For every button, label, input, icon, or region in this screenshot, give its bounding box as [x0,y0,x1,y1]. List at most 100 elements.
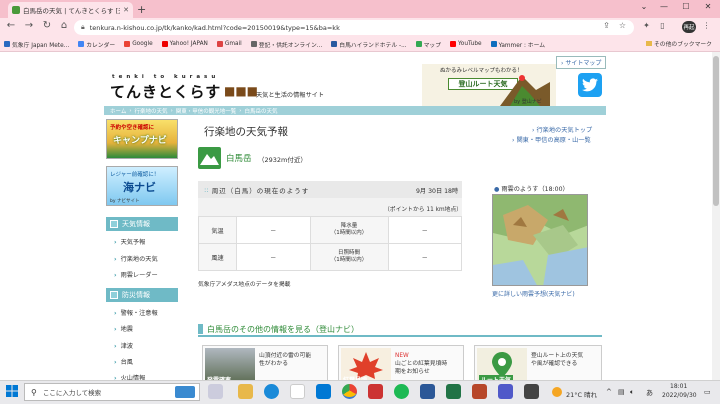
section-dots-icon: :: [204,185,209,194]
ime-indicator[interactable]: あ [646,388,653,398]
volume-icon[interactable]: 🔈︎ [630,388,634,397]
excel-icon[interactable] [446,384,461,399]
sidebar-item-warnings[interactable]: 警報・注意報 [114,308,158,317]
sitemap-link[interactable]: › サイトマップ [556,56,607,69]
lock-icon[interactable]: 🔒︎ [81,23,85,32]
mountain-list-link[interactable]: › 関東・甲信の高原・山一覧 [512,135,591,144]
obs-label: 気温 [198,216,237,244]
breadcrumb-item[interactable]: 関東・甲信の観光地一覧 [176,107,237,115]
obs-value: － [387,216,462,244]
tab-search-icon[interactable]: ⌄ [634,2,654,11]
tab-active[interactable]: 白馬岳の天気 | てんきとくらす [天気... ✕ [8,2,133,18]
radar-detail-link[interactable]: 更に詳しい雨雲予想(天気ナビ) [492,289,575,298]
route-weather-card[interactable]: ルート天気 登山ルート上の天気や風が確認できる [474,345,602,385]
taskbar-weather[interactable]: 21°C 晴れ [566,389,597,399]
umi-navi-banner[interactable]: レジャー前確認に！ 海ナビ by ナビサイト [106,166,178,206]
table-row: 気温 － 降水量 （1時間以内） － [198,216,462,244]
powerpoint-icon[interactable] [472,384,487,399]
site-favicon-icon [12,6,20,14]
taskbar-search-placeholder: ここに入力して検索 [42,389,102,397]
umi-banner-main: 海ナビ [123,181,156,194]
bookmark-item[interactable]: 白馬ハイランドホテル -... [331,40,407,49]
breadcrumb-item[interactable]: 行楽地の天気 [135,107,168,115]
minimize-button[interactable]: — [654,2,674,11]
bookmark-item[interactable]: Yahoo! JAPAN [161,41,208,47]
spotify-icon[interactable] [394,384,409,399]
bookmark-star-icon[interactable]: ☆ [616,21,629,30]
obs-label: 降水量 （1時間以内） [309,216,389,244]
profile-avatar[interactable]: 再起 [682,21,696,33]
bookmark-item[interactable]: Yammer : ホーム [490,40,545,49]
forward-icon[interactable]: → [22,20,36,31]
windows-start-icon[interactable] [6,385,18,397]
mail-icon[interactable] [316,384,331,399]
site-logo[interactable]: てんきとくらす [110,81,221,102]
breadcrumb-item[interactable]: ホーム [110,107,126,115]
sidebar-section-disaster: 防災情報 [106,288,178,302]
surroundings-date: 9月 30日 18時 [416,188,459,195]
reload-icon[interactable]: ↻ [40,20,54,31]
sidebar-item-leisure[interactable]: 行楽地の天気 [114,254,158,263]
thunder-card[interactable]: 発雷確率 山頂付近の雷の可能性がわかる [202,345,328,385]
yahoo-icon [161,41,168,47]
bookmark-item[interactable]: 登記・供託オンライン... [250,40,322,49]
google-icon [124,41,131,47]
sidebar-item-typhoon[interactable]: 台風 [114,357,133,366]
close-window-button[interactable]: ✕ [698,2,718,11]
back-icon[interactable]: ← [4,20,18,31]
table-row: 風速 － 日照時間 （1時間以内） － [198,243,462,271]
word-icon[interactable] [420,384,435,399]
tab-close-icon[interactable]: ✕ [123,6,129,14]
sidebar-item-earthquake[interactable]: 地震 [114,324,133,333]
file-explorer-icon[interactable] [238,384,253,399]
scrollbar-thumb[interactable] [713,56,719,206]
clock-time[interactable]: 18:01 [670,383,687,390]
umi-banner-top: レジャー前確認に！ [110,172,160,178]
autumn-leaves-card[interactable]: 紅葉見頃 NEW山ごとの紅葉見頃時期をお知らせ [338,345,464,385]
radar-map[interactable] [492,194,588,286]
address-bar[interactable]: 🔒︎ tenkura.n-kishou.co.jp/tk/kanko/kad.h… [74,20,634,35]
menu-kebab-icon[interactable]: ⋮ [700,21,713,30]
bookmark-item[interactable]: 気象庁 Japan Mete... [4,40,69,49]
new-tab-button[interactable]: + [137,3,146,16]
route-card-text: 登山ルート上の天気 や風が確認できる [531,353,584,367]
twitter-button[interactable] [578,73,602,97]
app-icon[interactable] [524,384,539,399]
sidebar-item-forecast[interactable]: 天気予報 [114,237,146,246]
home-icon[interactable]: ⌂ [57,20,71,31]
store-icon[interactable] [290,384,305,399]
bookmark-item[interactable]: Gmail [216,41,242,47]
bookmark-favicon-icon [4,41,10,47]
edge-icon[interactable] [264,384,279,399]
sidepanel-icon[interactable]: ▯ [656,21,669,30]
sidebar-item-tsunami[interactable]: 津波 [114,341,133,350]
mountain-glyph-icon [200,154,219,165]
other-bookmarks[interactable]: その他のブックマーク [646,39,712,48]
clock-date[interactable]: 2022/09/30 [662,392,697,399]
app-icon[interactable] [368,384,383,399]
leisure-top-link[interactable]: › 行楽地の天気トップ [532,125,592,134]
section-marker-icon [110,220,118,228]
search-highlight-icon [175,386,195,398]
camp-navi-banner[interactable]: 予約や空き確認に キャンプナビ [106,119,178,159]
bookmark-item[interactable]: マップ [415,40,441,49]
maximize-button[interactable]: ☐ [676,2,696,11]
bookmark-item[interactable]: カレンダー [78,40,115,49]
bookmark-item[interactable]: Google [124,41,153,47]
share-icon[interactable]: ⇪ [600,21,613,30]
radar-globe-icon: ● [494,186,500,193]
teams-icon[interactable] [498,384,513,399]
other-info-header: 白馬岳のその他の情報を見る（登山ナビ） [198,323,602,337]
notification-icon[interactable]: ▭ [704,388,711,396]
gmail-icon [216,41,223,47]
bookmark-item[interactable]: YouTube [450,41,482,47]
chrome-icon[interactable] [342,384,357,399]
network-icon[interactable]: ▤ [618,388,625,396]
taskbar-search[interactable]: ⚲ ここに入力して検索 [24,383,200,401]
extensions-icon[interactable]: ✦ [640,21,653,30]
logo-dots-icon: ■■■ [224,84,259,98]
task-view-icon[interactable] [208,384,223,399]
tab-title: 白馬岳の天気 | てんきとくらす [天気... [23,7,120,15]
sidebar-item-radar[interactable]: 雨雲レーダー [114,270,158,279]
show-hidden-icon[interactable]: ^ [606,388,612,396]
